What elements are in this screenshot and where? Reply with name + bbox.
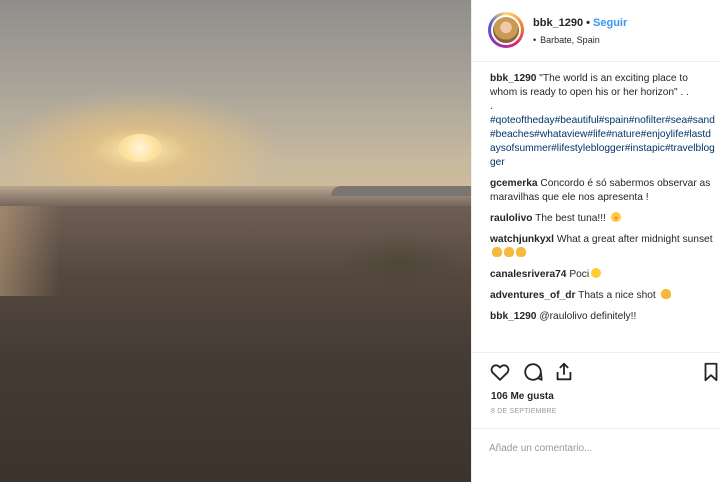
heart-icon[interactable] [489, 361, 511, 383]
sand [0, 206, 471, 482]
comment-text: The best tuna!!! [535, 213, 606, 224]
sun [118, 134, 162, 162]
comment-text: Thats a nice shot [578, 290, 656, 301]
comment-username[interactable]: canalesrivera74 [490, 269, 566, 280]
comment-username[interactable]: bbk_1290 [490, 311, 536, 322]
caption-username[interactable]: bbk_1290 [490, 73, 536, 84]
action-bar [472, 352, 720, 388]
clap-emoji [492, 247, 502, 257]
comment-item: canalesrivera74 Poci [490, 268, 716, 282]
ok-hand-emoji [660, 289, 671, 299]
avatar[interactable] [488, 12, 524, 48]
location-bullet: • [533, 35, 537, 45]
comment-username[interactable]: adventures_of_dr [490, 290, 576, 301]
comment-item: gcemerka Concordo é só sabermos observar… [490, 177, 716, 205]
post-header: bbk_1290 • Seguir • Barbate, Spain [472, 0, 720, 62]
header-username-row: bbk_1290 • Seguir [533, 17, 627, 29]
header-username[interactable]: bbk_1290 [533, 17, 583, 29]
share-icon[interactable] [553, 361, 575, 383]
comment-text: @raulolivo definitely!! [539, 311, 637, 322]
comment-text: Poci [569, 269, 590, 280]
post-photo[interactable] [0, 0, 471, 482]
comment-username[interactable]: raulolivo [490, 213, 532, 224]
comment-item: raulolivo The best tuna!!! [490, 212, 716, 226]
comments-list: bbk_1290 "The world is an exciting place… [490, 72, 716, 331]
add-comment-bar [472, 428, 720, 482]
location-row: • Barbate, Spain [533, 35, 600, 45]
comment-username[interactable]: watchjunkyxl [490, 234, 554, 245]
caption-dot: . [490, 101, 493, 112]
follow-button[interactable]: Seguir [593, 17, 627, 29]
smile-emoji [591, 268, 602, 278]
comment-item: bbk_1290 @raulolivo definitely!! [490, 310, 716, 324]
bookmark-icon[interactable] [700, 361, 720, 383]
avatar-image [491, 15, 521, 45]
lens-glare [0, 206, 60, 296]
header-separator: • [586, 17, 591, 29]
clap-emoji [516, 247, 526, 257]
likes-count[interactable]: 106 Me gusta [491, 391, 554, 402]
post-side-panel: bbk_1290 • Seguir • Barbate, Spain bbk_1290… [471, 0, 720, 482]
comment-text: What a great after midnight sunset [556, 234, 713, 245]
comment-username[interactable]: gcemerka [490, 178, 538, 189]
comment-item: adventures_of_dr Thats a nice shot [490, 289, 716, 303]
caption: bbk_1290 "The world is an exciting place… [490, 72, 716, 170]
post-date: 8 DE SEPTIEMBRE [491, 408, 557, 415]
location-link[interactable]: Barbate, Spain [540, 35, 600, 45]
blush-emoji [610, 212, 621, 222]
comment-item: watchjunkyxl What a great after midnight… [490, 233, 716, 261]
caption-hashtags[interactable]: #qoteoftheday#beautiful#spain#nofilter#s… [490, 114, 716, 170]
add-comment-input[interactable] [489, 439, 704, 457]
thumbs-up-emoji [504, 247, 514, 257]
headland [331, 186, 471, 196]
comment-icon[interactable] [522, 361, 544, 383]
